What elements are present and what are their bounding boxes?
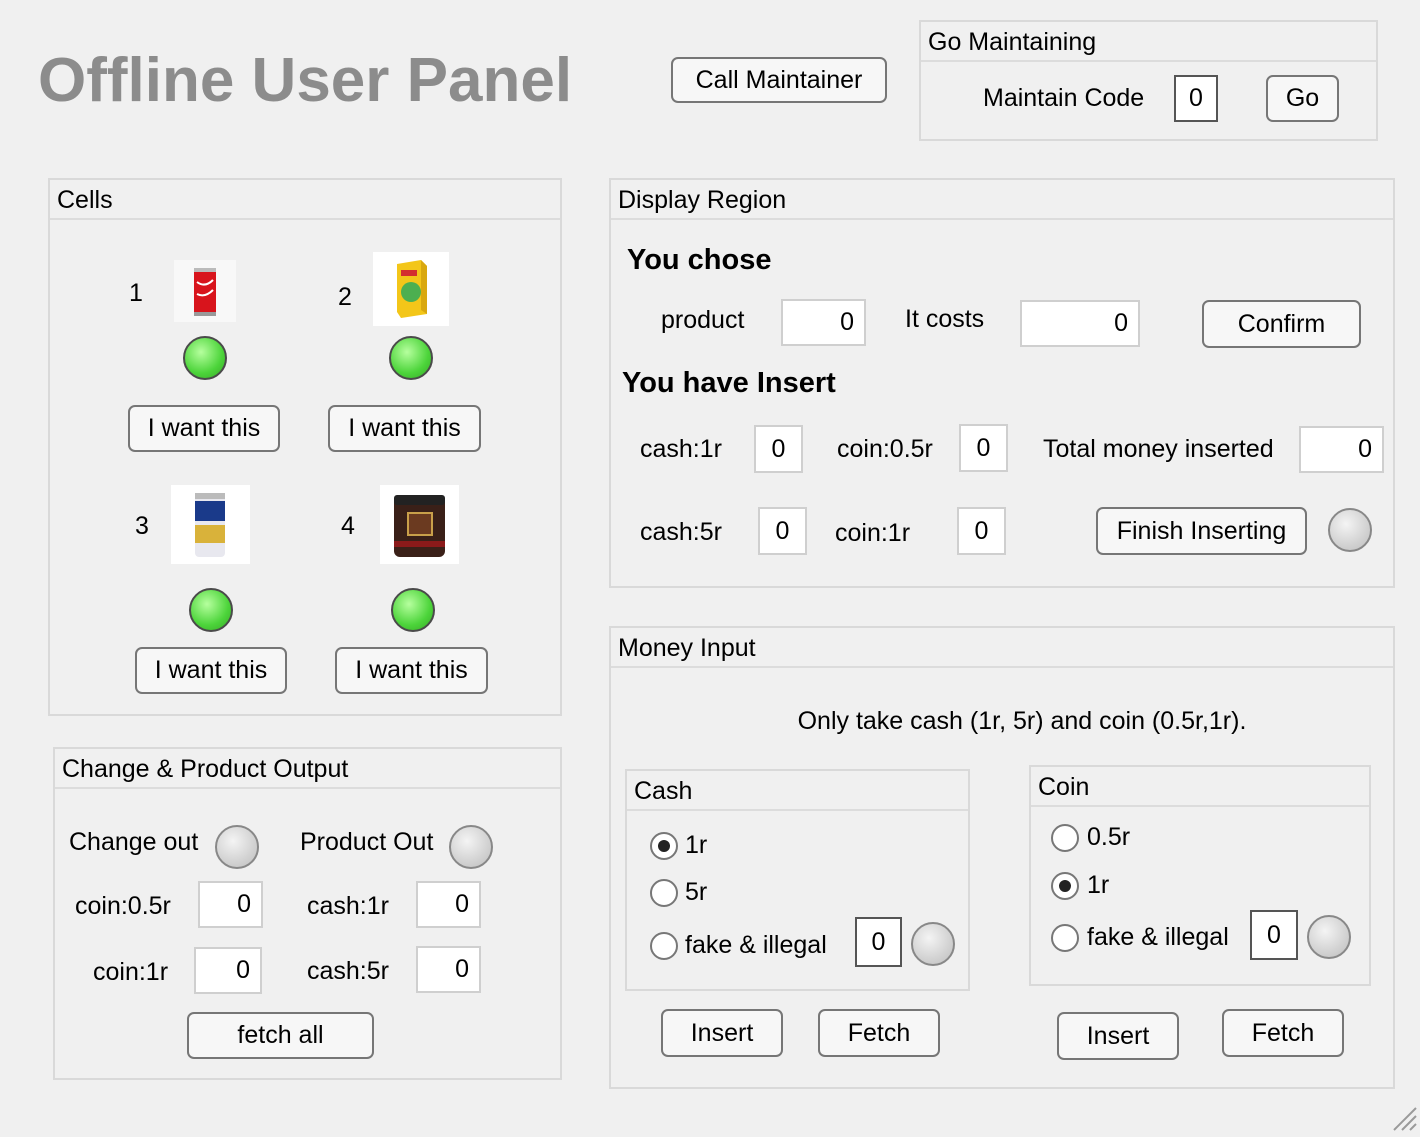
want-cell-4-button[interactable]: I want this xyxy=(335,647,488,694)
out-coin05-label: coin:0.5r xyxy=(75,892,171,920)
coin-1r-label: 1r xyxy=(1087,871,1110,899)
cell-2-status-lamp xyxy=(389,336,433,380)
panel-title: Cells xyxy=(50,180,560,220)
chocolate-jar-icon xyxy=(380,485,459,564)
cash-fake-radio[interactable] xyxy=(650,932,678,960)
coin-fake-lamp xyxy=(1307,915,1351,959)
coin-fake-label: fake & illegal xyxy=(1087,923,1229,951)
coin-fetch-button[interactable]: Fetch xyxy=(1222,1009,1344,1057)
panel-title: Money Input xyxy=(611,628,1393,668)
fetch-all-button[interactable]: fetch all xyxy=(187,1012,374,1059)
cash1-label: cash:1r xyxy=(640,435,722,463)
cells-panel: Cells 1 I want this 2 I want this 3 I wa… xyxy=(48,178,562,716)
product-out-lamp xyxy=(449,825,493,869)
coin1-field[interactable]: 0 xyxy=(957,507,1006,555)
you-chose-heading: You chose xyxy=(627,244,772,276)
go-maintaining-panel: Go Maintaining Maintain Code 0 Go xyxy=(919,20,1378,141)
out-cash1-field[interactable]: 0 xyxy=(416,881,481,928)
juice-box-icon xyxy=(373,252,449,326)
coin-fake-radio[interactable] xyxy=(1051,924,1079,952)
confirm-button[interactable]: Confirm xyxy=(1202,300,1361,348)
coin-insert-button[interactable]: Insert xyxy=(1057,1012,1179,1060)
change-out-label: Change out xyxy=(69,828,199,856)
out-cash1-label: cash:1r xyxy=(307,892,389,920)
change-product-output-panel: Change & Product Output Change out Produ… xyxy=(53,747,562,1080)
coin1-label: coin:1r xyxy=(835,519,911,547)
finish-inserting-button[interactable]: Finish Inserting xyxy=(1096,507,1307,555)
panel-title: Go Maintaining xyxy=(921,22,1376,62)
costs-label: It costs xyxy=(905,305,985,333)
coin-05r-radio[interactable] xyxy=(1051,824,1079,852)
out-cash5-field[interactable]: 0 xyxy=(416,946,481,993)
panel-title: Display Region xyxy=(611,180,1393,220)
coin-panel: Coin 0.5r 1r fake & illegal 0 xyxy=(1029,765,1371,986)
go-button[interactable]: Go xyxy=(1266,75,1339,122)
cash-1r-radio[interactable] xyxy=(650,832,678,860)
money-input-note: Only take cash (1r, 5r) and coin (0.5r,1… xyxy=(797,707,1247,735)
cash-insert-button[interactable]: Insert xyxy=(661,1009,783,1057)
coin-1r-radio[interactable] xyxy=(1051,872,1079,900)
product-label: product xyxy=(661,306,745,334)
money-input-panel: Money Input Only take cash (1r, 5r) and … xyxy=(609,626,1395,1089)
maintain-code-field[interactable]: 0 xyxy=(1174,75,1218,122)
cash-fake-field[interactable]: 0 xyxy=(855,917,902,967)
cell-number: 1 xyxy=(129,279,143,307)
cash1-field[interactable]: 0 xyxy=(754,425,803,473)
product-out-label: Product Out xyxy=(300,828,434,856)
cash5-field[interactable]: 0 xyxy=(758,507,807,555)
cell-number: 3 xyxy=(135,512,149,540)
cell-1-status-lamp xyxy=(183,336,227,380)
out-coin1-label: coin:1r xyxy=(93,958,169,986)
costs-field[interactable]: 0 xyxy=(1020,300,1140,347)
want-cell-2-button[interactable]: I want this xyxy=(328,405,481,452)
cash-panel: Cash 1r 5r fake & illegal 0 xyxy=(625,769,970,991)
cash-5r-radio[interactable] xyxy=(650,879,678,907)
want-cell-1-button[interactable]: I want this xyxy=(128,405,280,452)
resize-grip-icon[interactable] xyxy=(1388,1102,1418,1132)
page-title: Offline User Panel xyxy=(38,46,573,115)
change-out-lamp xyxy=(215,825,259,869)
maintain-code-label: Maintain Code xyxy=(983,84,1145,112)
cash5-label: cash:5r xyxy=(640,518,722,546)
milk-can-icon xyxy=(171,485,250,564)
cash-fetch-button[interactable]: Fetch xyxy=(818,1009,940,1057)
call-maintainer-button[interactable]: Call Maintainer xyxy=(671,57,887,103)
display-region-panel: Display Region You chose product 0 It co… xyxy=(609,178,1395,588)
out-coin05-field[interactable]: 0 xyxy=(198,881,263,928)
panel-title: Coin xyxy=(1031,767,1369,807)
cell-4-status-lamp xyxy=(391,588,435,632)
cash-fake-lamp xyxy=(911,922,955,966)
want-cell-3-button[interactable]: I want this xyxy=(135,647,287,694)
coin-05r-label: 0.5r xyxy=(1087,823,1131,851)
finish-inserting-lamp xyxy=(1328,508,1372,552)
coin05-label: coin:0.5r xyxy=(837,435,933,463)
out-coin1-field[interactable]: 0 xyxy=(194,947,262,994)
cell-3-status-lamp xyxy=(189,588,233,632)
total-inserted-field[interactable]: 0 xyxy=(1299,426,1384,473)
coin-fake-field[interactable]: 0 xyxy=(1250,910,1298,960)
cash-1r-label: 1r xyxy=(685,831,708,859)
coin05-field[interactable]: 0 xyxy=(959,424,1008,472)
cell-number: 4 xyxy=(341,512,355,540)
panel-title: Cash xyxy=(627,771,968,811)
cash-5r-label: 5r xyxy=(685,878,708,906)
product-field[interactable]: 0 xyxy=(781,299,866,346)
out-cash5-label: cash:5r xyxy=(307,957,389,985)
cell-number: 2 xyxy=(338,283,352,311)
you-have-insert-heading: You have Insert xyxy=(622,367,836,399)
cash-fake-label: fake & illegal xyxy=(685,931,827,959)
panel-title: Change & Product Output xyxy=(55,749,560,789)
total-inserted-label: Total money inserted xyxy=(1043,435,1274,463)
cola-can-icon xyxy=(174,260,236,322)
